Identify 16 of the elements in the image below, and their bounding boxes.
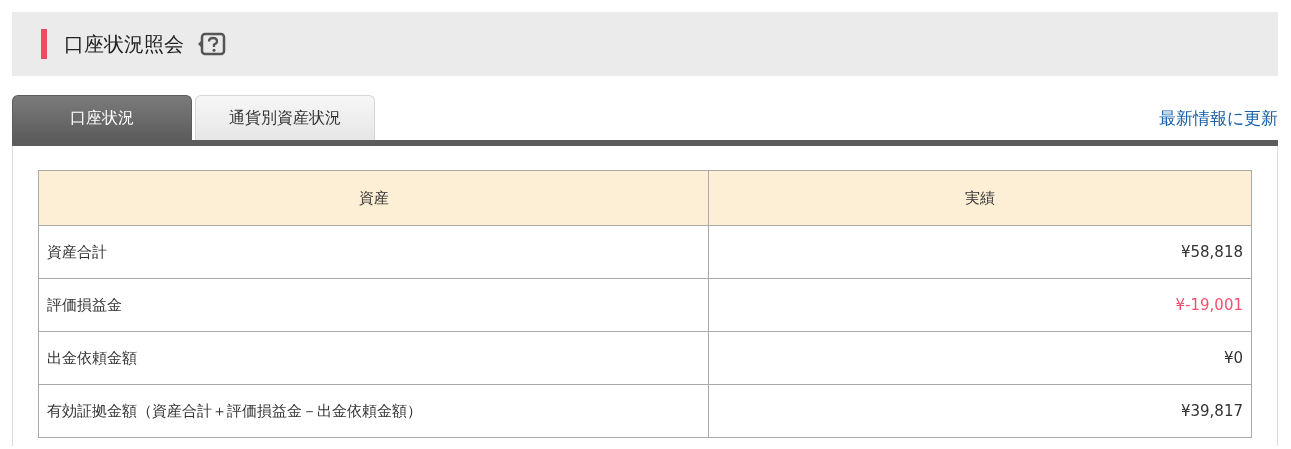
table-cell: ¥39,817 (708, 384, 1252, 438)
table-cell: 資産合計 (38, 225, 709, 279)
table-cell: 有効証拠金額（資産合計＋評価損益金－出金依頼金額） (38, 384, 709, 438)
help-icon[interactable] (198, 32, 226, 56)
table-cell: 出金依頼金額 (38, 331, 709, 385)
table-cell: ¥-19,001 (708, 278, 1252, 332)
page-title: 口座状況照会 (64, 30, 184, 58)
refresh-link[interactable]: 最新情報に更新 (1159, 107, 1278, 140)
column-header: 資産 (38, 170, 709, 226)
column-header: 実績 (708, 170, 1252, 226)
table-cell: ¥58,818 (708, 225, 1252, 279)
table-cell: 評価損益金 (38, 278, 709, 332)
accent-bar (41, 29, 47, 59)
tab[interactable]: 通貨別資産状況 (195, 95, 375, 140)
tab[interactable]: 口座状況 (12, 95, 192, 140)
table-cell: ¥0 (708, 331, 1252, 385)
